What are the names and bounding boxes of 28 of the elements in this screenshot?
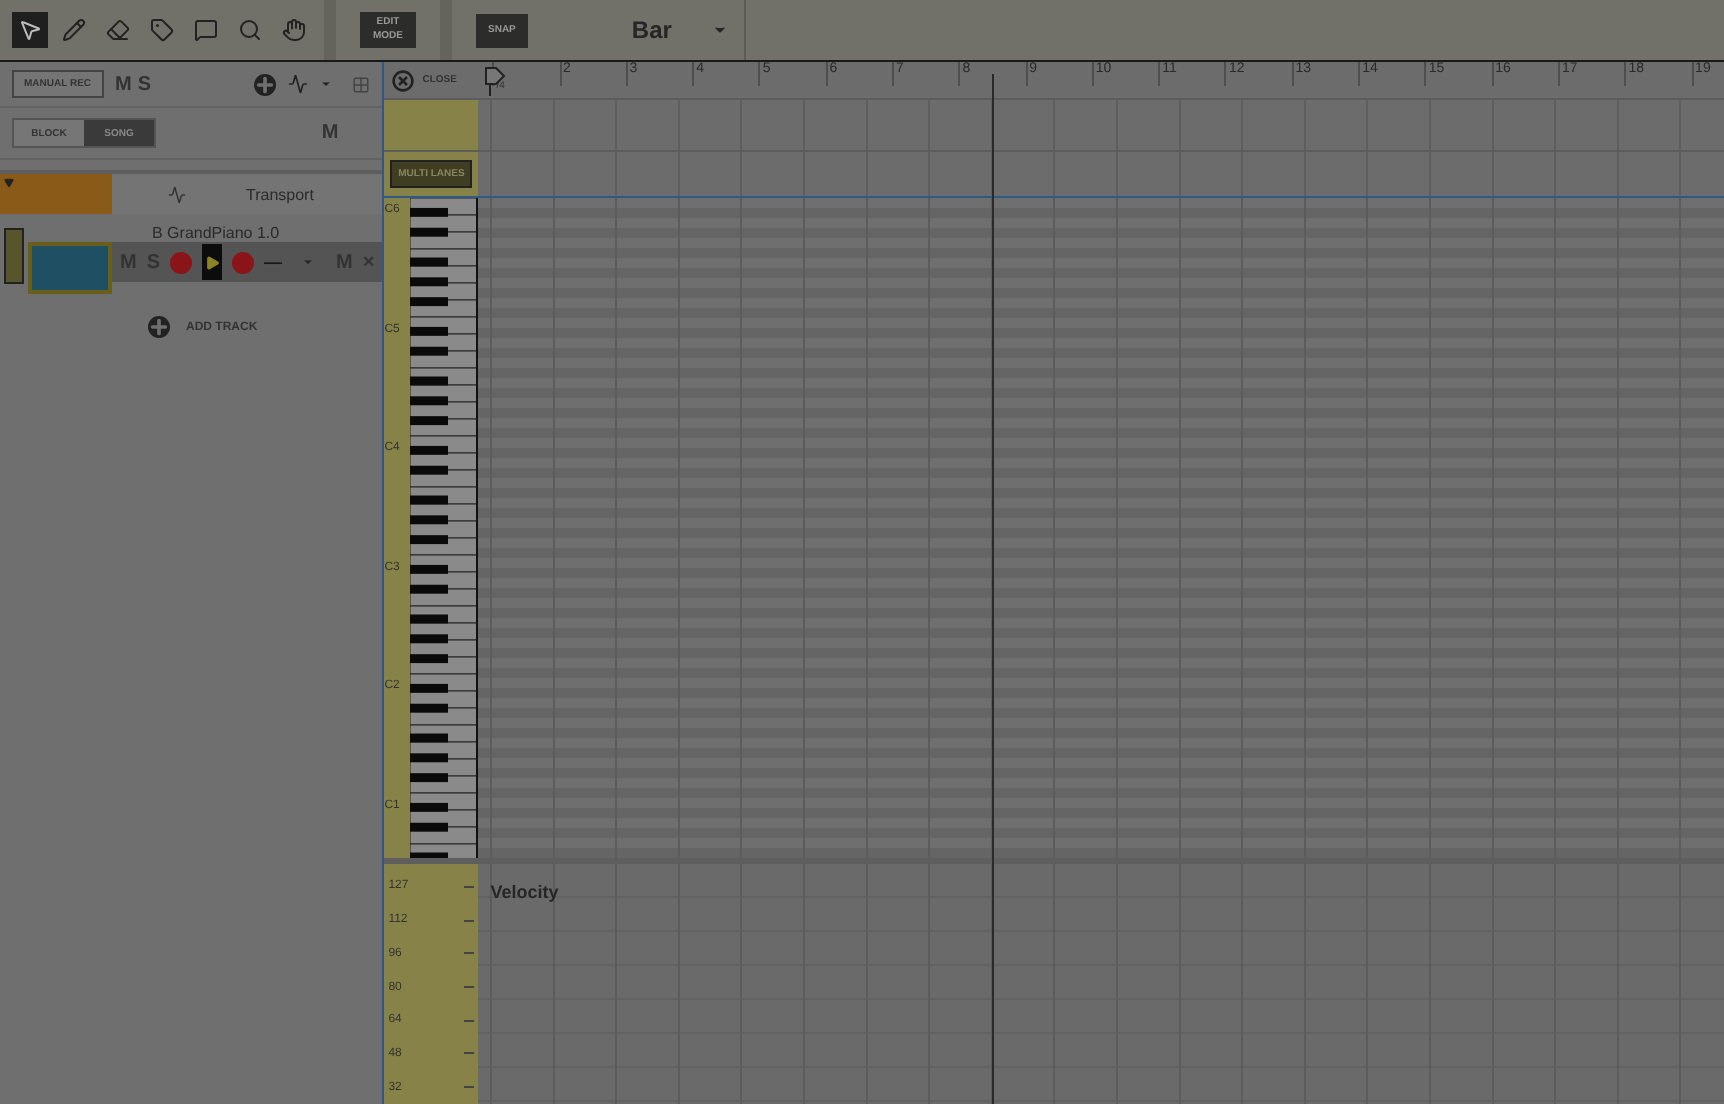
caret-icon[interactable]: [302, 256, 315, 268]
snap-dropdown[interactable]: Bar: [551, 0, 746, 60]
piano-keyboard-drawing[interactable]: [409, 198, 479, 858]
solo-button[interactable]: S: [137, 73, 152, 95]
velocity-lane[interactable]: Velocity: [478, 864, 1724, 1104]
playhead-line[interactable]: [992, 74, 995, 1104]
add-icon[interactable]: [254, 73, 277, 95]
pointer-icon[interactable]: [12, 12, 48, 48]
caret-icon: [711, 22, 728, 38]
mute-label: M: [321, 122, 339, 144]
mute-button[interactable]: M: [115, 73, 132, 95]
instrument-thumbnail[interactable]: [28, 242, 112, 294]
level-text: —: [264, 252, 283, 272]
transport-label: Transport: [246, 185, 314, 203]
caret-icon[interactable]: [320, 78, 333, 90]
add-icon: [148, 316, 170, 338]
velocity-title: Velocity: [490, 882, 559, 902]
collapse-icon[interactable]: [4, 178, 14, 188]
track-name: B GrandPiano 1.0: [150, 224, 282, 242]
waveform-icon[interactable]: [288, 74, 309, 94]
play-icon: [205, 255, 220, 269]
play-button[interactable]: [202, 244, 223, 280]
track-handle[interactable]: [4, 228, 24, 284]
remove-button[interactable]: ×: [362, 251, 375, 273]
loop-marker-icon[interactable]: [482, 66, 507, 98]
close-icon: [392, 69, 415, 92]
grid-icon[interactable]: [352, 75, 371, 93]
waveform-icon: [168, 185, 186, 203]
